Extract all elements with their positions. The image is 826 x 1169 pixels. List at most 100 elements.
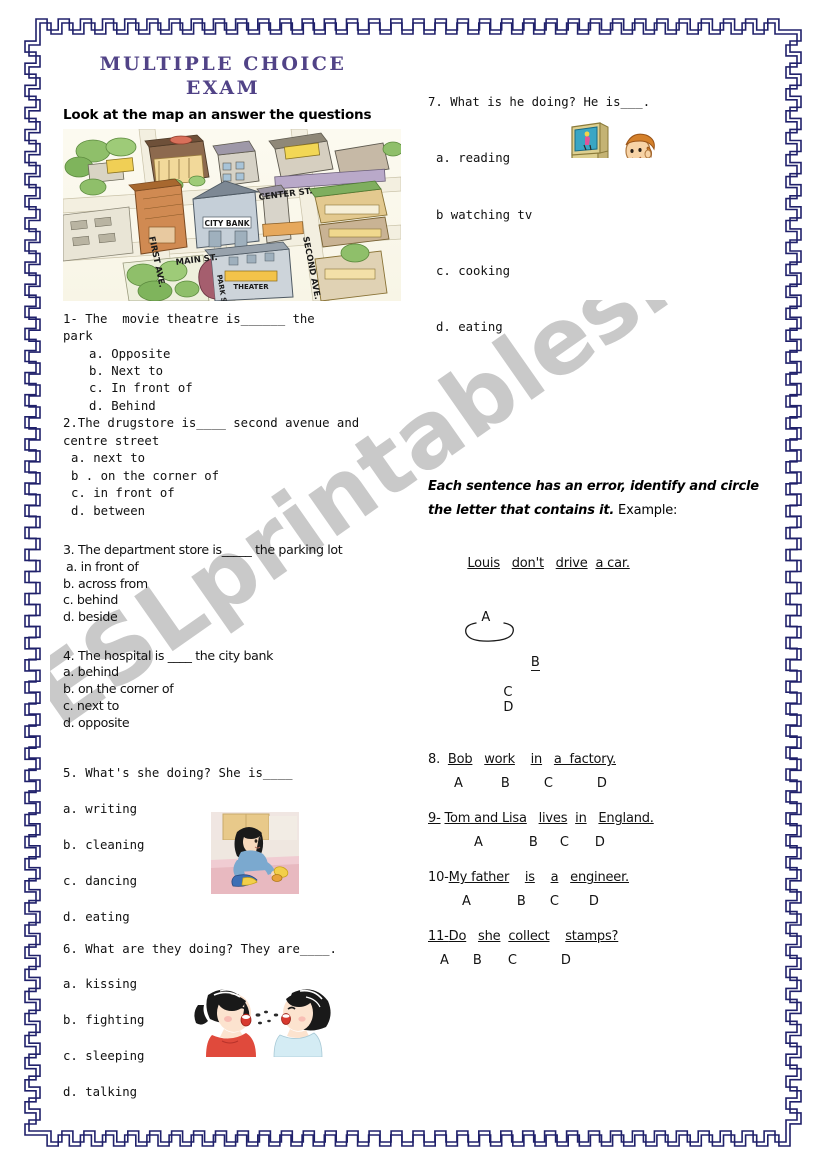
question-5-option-d[interactable]: d. eating: [63, 909, 403, 927]
question-9-word-1: Tom and Lisa: [444, 811, 527, 827]
question-2-option-a[interactable]: a. next to: [63, 450, 403, 467]
worksheet-content: MULTIPLE CHOICE EXAM Look at the map an …: [0, 0, 826, 1169]
question-3-option-b[interactable]: b. across from: [63, 576, 403, 593]
question-11-sentence: 11-Do she collect stamps?: [428, 929, 773, 944]
question-2-option-d[interactable]: d. between: [63, 503, 403, 520]
question-5: 5. What's she doing? She is____ a. writi…: [63, 765, 403, 926]
question-4-stem: 4. The hospital is ____ the city bank: [63, 647, 274, 663]
question-6-stem: 6. What are they doing? They are____.: [63, 941, 337, 956]
question-3-option-a[interactable]: a. in front of: [63, 559, 403, 576]
question-1-option-b[interactable]: b. Next to: [63, 363, 403, 380]
question-11-word-1: Do: [448, 929, 467, 945]
question-9-letter-d[interactable]: D: [569, 835, 605, 850]
question-11-letter-c[interactable]: C: [482, 953, 517, 968]
question-9-word-4: England.: [598, 811, 654, 827]
question-11: 11-Do she collect stamps? ABCD: [428, 929, 773, 968]
question-11-word-2: she: [478, 929, 501, 945]
question-9: 9- Tom and Lisa lives in England. ABCD: [428, 811, 773, 850]
question-2-option-c[interactable]: c. in front of: [63, 485, 403, 502]
question-8-sentence: 8. Bob work in a factory.: [428, 752, 773, 767]
question-10: 10-My father is a engineer. ABCD: [428, 870, 773, 909]
question-9-letter-b[interactable]: B: [483, 835, 538, 850]
question-3: 3. The department store is_____ the park…: [63, 542, 403, 626]
question-11-letter-d[interactable]: D: [517, 953, 571, 968]
woman-cleaning-image: [211, 812, 299, 895]
question-9-letter-a[interactable]: A: [474, 835, 483, 850]
question-8-letter-d[interactable]: D: [553, 776, 607, 791]
question-8-number: 8.: [428, 752, 441, 768]
error-instruction-bold: Each sentence has an error, identify and…: [428, 479, 759, 519]
question-8-letter-a[interactable]: A: [454, 776, 463, 791]
question-11-letters: ABCD: [428, 953, 773, 968]
svg-text:THEATER: THEATER: [233, 283, 269, 291]
question-7-option-d[interactable]: d. eating: [428, 318, 773, 337]
question-10-word-2: is: [524, 870, 535, 886]
question-9-word-3: in: [575, 811, 587, 827]
error-example-letter-c[interactable]: C: [481, 685, 512, 700]
right-column: 7. What is he doing? He is___. a. readin…: [428, 56, 773, 968]
question-4-option-c[interactable]: c. next to: [63, 698, 403, 715]
question-8-word-1: Bob: [447, 752, 473, 768]
boy-watching-tv-image: [568, 84, 660, 158]
question-11-letter-b[interactable]: B: [449, 953, 482, 968]
svg-text:CITY BANK: CITY BANK: [204, 219, 250, 228]
question-8: 8. Bob work in a factory. ABCD: [428, 752, 773, 791]
question-7-option-b[interactable]: b watching tv: [428, 206, 773, 225]
worksheet-page: ESLprintables.com MULTIPLE CHOICE EXAM L…: [0, 0, 826, 1169]
question-1-stem: 1- The movie theatre is______ the park: [63, 311, 315, 344]
question-2-option-b[interactable]: b . on the corner of: [63, 468, 403, 485]
question-8-letter-c[interactable]: C: [510, 776, 553, 791]
question-7-option-c[interactable]: c. cooking: [428, 262, 773, 281]
question-6-option-d[interactable]: d. talking: [63, 1084, 403, 1102]
question-6: 6. What are they doing? They are____. a.…: [63, 941, 403, 1102]
question-10-letter-c[interactable]: C: [526, 894, 559, 909]
question-10-word-3: a: [550, 870, 559, 886]
question-8-word-3: in: [530, 752, 543, 768]
error-example-word-4: a car.: [595, 556, 630, 572]
question-1-option-a[interactable]: a. Opposite: [63, 346, 403, 363]
question-9-letter-c[interactable]: C: [538, 835, 569, 850]
error-example-word-2: don't: [511, 556, 544, 572]
error-example-word-1: Louis: [467, 556, 500, 572]
question-7: 7. What is he doing? He is___. a. readin…: [428, 56, 773, 411]
error-example-letter-b-circled[interactable]: B: [465, 622, 540, 685]
page-title: MULTIPLE CHOICE EXAM: [63, 52, 383, 101]
question-3-option-d[interactable]: d. beside: [63, 609, 403, 626]
question-10-sentence: 10-My father is a engineer.: [428, 870, 773, 885]
error-example-letter-b: B: [530, 655, 540, 672]
error-example-sentence: Louis don't drive a car.: [428, 541, 773, 586]
question-11-word-4: stamps?: [565, 929, 619, 945]
question-10-word-4: engineer.: [570, 870, 629, 886]
question-10-letter-b[interactable]: B: [471, 894, 526, 909]
page-title-line2: EXAM: [185, 77, 261, 100]
question-1-option-d[interactable]: d. Behind: [63, 398, 403, 415]
question-4: 4. The hospital is ____ the city bank a.…: [63, 648, 403, 732]
question-4-option-a[interactable]: a. behind: [63, 664, 403, 681]
question-11-word-3: collect: [508, 929, 550, 945]
question-3-option-c[interactable]: c. behind: [63, 592, 403, 609]
question-8-letter-b[interactable]: B: [463, 776, 510, 791]
error-example: Louis don't drive a car. A B C D: [428, 541, 773, 730]
error-example-letter-d[interactable]: D: [481, 700, 513, 715]
question-1-option-c[interactable]: c. In front of: [63, 380, 403, 397]
left-column: MULTIPLE CHOICE EXAM Look at the map an …: [63, 52, 403, 1102]
question-10-letter-a[interactable]: A: [462, 894, 471, 909]
question-9-letters: ABCD: [428, 835, 773, 850]
question-9-number: 9-: [428, 811, 441, 827]
question-5-stem: 5. What's she doing? She is____: [63, 766, 293, 781]
street-map-image: CITY BANK THEATER FIRST AVE. MAIN ST. CE…: [63, 128, 401, 301]
question-2-stem: 2.The drugstore is____ second avenue and…: [63, 416, 360, 448]
question-3-stem: 3. The department store is_____ the park…: [63, 542, 343, 558]
question-8-word-2: work: [484, 752, 515, 768]
question-4-option-d[interactable]: d. opposite: [63, 715, 403, 732]
error-example-word-3: drive: [555, 556, 588, 572]
question-10-letter-d[interactable]: D: [559, 894, 599, 909]
question-10-number: 10-: [428, 870, 449, 886]
map-instruction: Look at the map an answer the questions: [63, 106, 372, 123]
question-2: 2.The drugstore is____ second avenue and…: [63, 415, 403, 520]
question-8-letters: ABCD: [428, 776, 773, 791]
two-children-talking-image: [188, 978, 340, 1057]
question-4-option-b[interactable]: b. on the corner of: [63, 681, 403, 698]
question-1: 1- The movie theatre is______ the park a.…: [63, 311, 403, 416]
question-11-letter-a[interactable]: A: [440, 953, 449, 968]
